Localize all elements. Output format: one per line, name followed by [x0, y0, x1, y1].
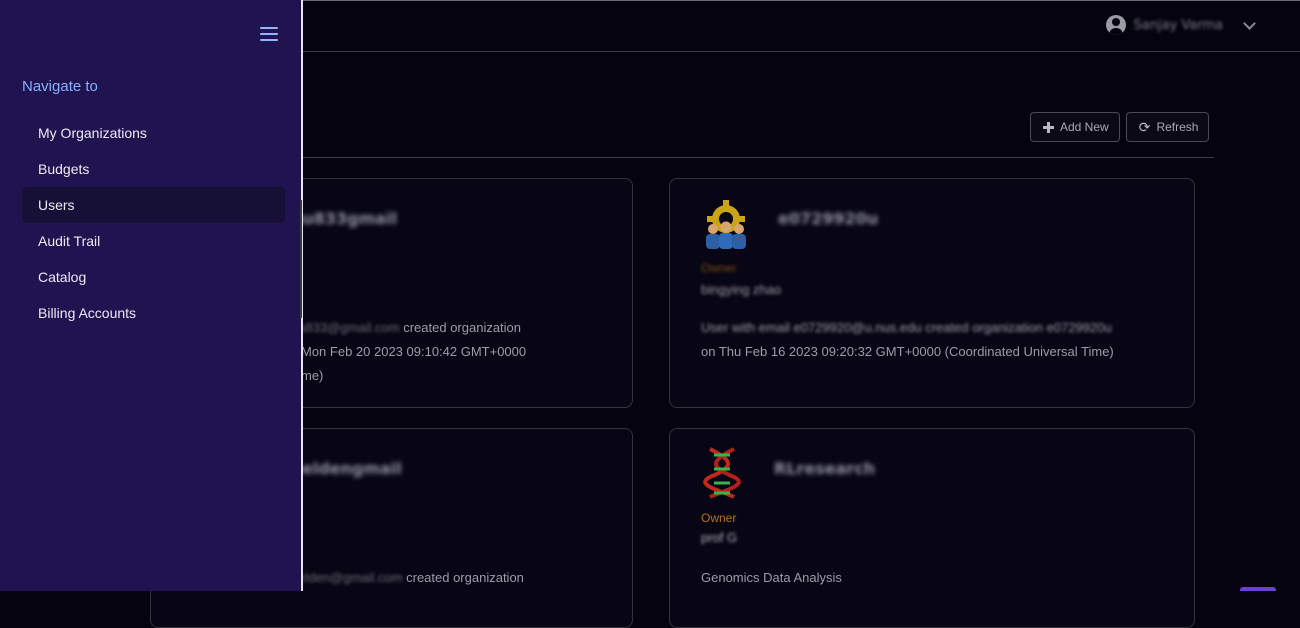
- refresh-button[interactable]: ⟳ Refresh: [1125, 112, 1210, 142]
- nav-heading: Navigate to: [22, 78, 98, 95]
- activity-email: eelden@gmail.com: [291, 570, 403, 585]
- toolbar-divider: [300, 157, 1214, 158]
- sidebar-item-catalog[interactable]: Catalog: [22, 259, 285, 295]
- user-menu[interactable]: Sanjay Varma: [1105, 15, 1256, 35]
- organization-card[interactable]: e0729920u Owner bingying zhao User with …: [669, 178, 1195, 408]
- activity-line-2: on Thu Feb 16 2023 09:20:32 GMT+0000 (Co…: [701, 344, 1114, 359]
- sidebar-drawer: Navigate to My Organizations Budgets Use…: [0, 0, 301, 591]
- chat-widget-tab[interactable]: [1240, 587, 1276, 591]
- organization-card[interactable]: RLresearch Owner prof G Genomics Data An…: [669, 428, 1195, 628]
- organization-name: eeldengmail: [291, 459, 402, 478]
- refresh-label: Refresh: [1156, 120, 1199, 134]
- sidebar-item-users[interactable]: Users: [22, 187, 285, 223]
- activity-line-1: User with email e0729920@u.nus.edu creat…: [701, 320, 1112, 335]
- activity-action: created organization: [406, 570, 524, 585]
- add-new-button[interactable]: Add New: [1030, 112, 1120, 142]
- sidebar-item-my-organizations[interactable]: My Organizations: [22, 115, 285, 151]
- owner-label: Owner: [701, 511, 737, 525]
- owner-label: Owner: [701, 261, 737, 275]
- sidebar-item-billing-accounts[interactable]: Billing Accounts: [22, 295, 285, 331]
- activity-line-1: eelden@gmail.com created organization: [291, 570, 524, 585]
- organization-description: Genomics Data Analysis: [701, 570, 842, 585]
- chevron-down-icon[interactable]: [1243, 16, 1256, 30]
- scrollbar[interactable]: [300, 200, 302, 318]
- team-gear-icon: [706, 200, 746, 249]
- member-name: bingying zhao: [701, 282, 782, 297]
- sidebar-item-budgets[interactable]: Budgets: [22, 151, 285, 187]
- menu-icon[interactable]: [260, 27, 278, 41]
- user-name: Sanjay Varma: [1133, 17, 1223, 33]
- organization-name: hu833gmail: [291, 209, 398, 228]
- activity-line-2: Mon Feb 20 2023 09:10:42 GMT+0000: [301, 344, 527, 359]
- toolbar: Add New ⟳ Refresh: [1030, 112, 1210, 142]
- add-new-label: Add New: [1060, 120, 1109, 134]
- sidebar-item-audit-trail[interactable]: Audit Trail: [22, 223, 285, 259]
- activity-line-3: me): [301, 368, 324, 383]
- activity-action: created organization: [403, 320, 522, 335]
- refresh-icon: ⟳: [1138, 118, 1151, 135]
- plus-icon: [1043, 121, 1054, 133]
- organization-name: e0729920u: [778, 209, 879, 228]
- activity-email: hu833@gmail.com: [291, 320, 400, 335]
- member-name: prof G: [701, 530, 738, 545]
- user-avatar-icon: [1105, 15, 1126, 35]
- organization-name: RLresearch: [774, 459, 876, 478]
- activity-line-1: hu833@gmail.com created organization: [291, 320, 521, 335]
- dna-icon: [703, 447, 741, 499]
